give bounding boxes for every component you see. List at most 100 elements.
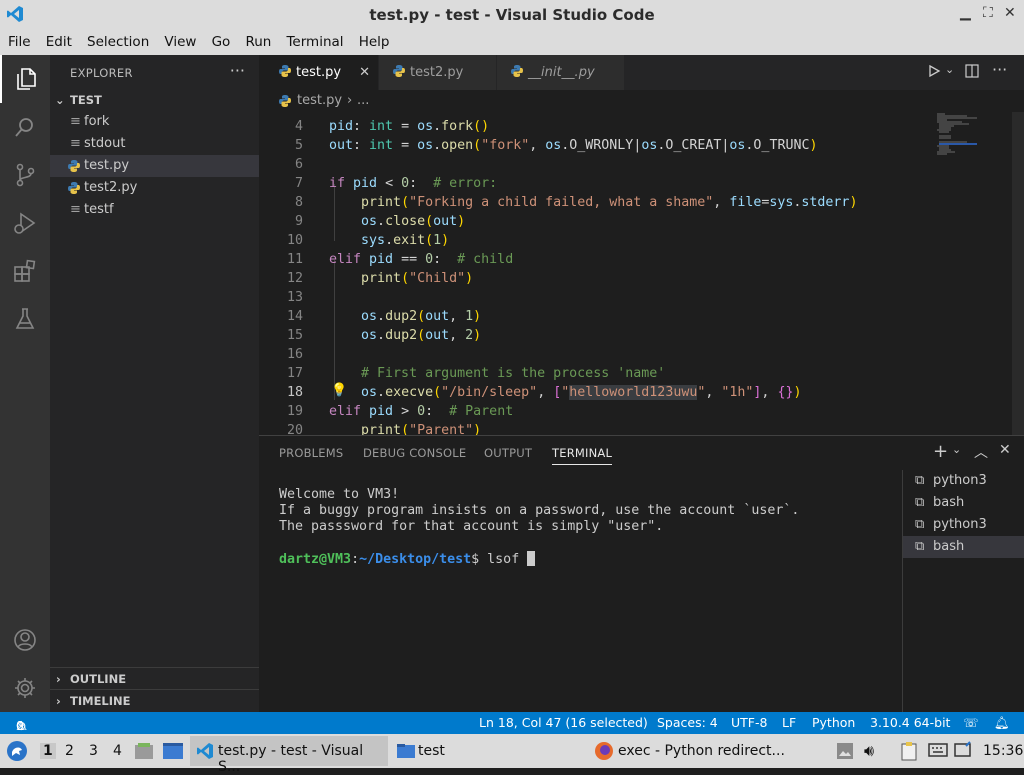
file-testf[interactable]: ≡ testf [50, 199, 259, 221]
python-icon [511, 65, 523, 77]
menu-run[interactable]: Run [245, 30, 271, 50]
workspace-3[interactable]: 3 [89, 743, 98, 759]
file-test2-py[interactable]: test2.py [50, 177, 259, 199]
line-number: 15 [286, 328, 303, 343]
indentation[interactable]: Spaces: 4 [657, 715, 718, 730]
close-window-icon[interactable]: ✕ [1004, 5, 1016, 21]
menu-edit[interactable]: Edit [46, 30, 72, 50]
file-stdout[interactable]: ≡ stdout [50, 133, 259, 155]
menu-bar: File Edit Selection View Go Run Terminal… [0, 30, 1024, 56]
python-interpreter[interactable]: 3.10.4 64-bit [870, 715, 950, 730]
close-tab-icon[interactable]: ✕ [359, 55, 370, 90]
workspace-1[interactable]: 1 [40, 743, 56, 759]
terminal-dropdown-icon[interactable]: ⌄ [952, 443, 961, 456]
task-folder[interactable]: test [390, 736, 580, 766]
run-play-icon[interactable] [927, 64, 941, 82]
terminal-line: Welcome to VM3! [279, 487, 400, 502]
code-editor[interactable]: 4 5 6 7 8 9 10 11 12 13 14 15 16 17 18 1… [259, 112, 1024, 435]
language-mode[interactable]: Python [812, 715, 855, 730]
account-icon[interactable] [0, 616, 50, 664]
terminal-cursor [527, 551, 536, 566]
explorer-icon[interactable] [0, 55, 50, 103]
new-terminal-plus-icon[interactable]: + [933, 441, 948, 462]
menu-help[interactable]: Help [359, 30, 390, 50]
breadcrumb-file[interactable]: test.py [297, 90, 342, 112]
title-bar: test.py - test - Visual Studio Code ▁ ⛶ … [0, 0, 1024, 30]
encoding[interactable]: UTF-8 [731, 715, 767, 730]
run-dropdown-chevron-icon[interactable]: ⌄ [945, 63, 954, 76]
file-fork[interactable]: ≡ fork [50, 111, 259, 133]
run-debug-icon[interactable] [0, 199, 50, 247]
line-number: 12 [286, 271, 303, 286]
file-test-py[interactable]: test.py [50, 155, 259, 177]
code-line: print("Parent") [361, 423, 482, 435]
clock[interactable]: 15:36 [983, 743, 1023, 759]
window-icon[interactable] [162, 742, 184, 764]
tab-init-py[interactable]: __init__.py [497, 55, 625, 90]
close-panel-icon[interactable]: ✕ [999, 442, 1011, 458]
extensions-icon[interactable] [0, 247, 50, 295]
show-desktop-icon[interactable] [134, 742, 154, 764]
manage-gear-icon[interactable] [0, 664, 50, 712]
more-actions-icon[interactable]: ··· [230, 61, 245, 80]
terminal-item[interactable]: ⧉ python3 [903, 514, 1024, 536]
firefox-icon [595, 742, 613, 760]
breadcrumb-rest[interactable]: ... [357, 90, 369, 112]
terminal-item-selected[interactable]: ⧉ bash [903, 536, 1024, 558]
maximize-icon[interactable]: ⛶ [983, 5, 993, 21]
code-line: elif pid > 0: # Parent [329, 404, 514, 419]
tab-test-py[interactable]: test.py ✕ [259, 55, 379, 90]
task-firefox[interactable]: exec - Python redirect... [588, 736, 798, 766]
testing-icon[interactable] [0, 295, 50, 343]
split-editor-icon[interactable] [965, 64, 979, 82]
maximize-panel-icon[interactable]: ︿ [974, 442, 988, 462]
terminal-item[interactable]: ⧉ python3 [903, 470, 1024, 492]
folder-row[interactable]: ⌄ TEST [50, 89, 259, 111]
tab-terminal[interactable]: TERMINAL [552, 446, 613, 465]
tab-problems[interactable]: PROBLEMS [279, 446, 343, 460]
minimap[interactable] [935, 112, 1010, 162]
start-menu-icon[interactable] [6, 740, 28, 766]
menu-terminal[interactable]: Terminal [286, 30, 343, 50]
menu-go[interactable]: Go [212, 30, 231, 50]
task-vscode[interactable]: test.py - test - Visual S... [190, 736, 388, 775]
code-line: os.dup2(out, 1) [361, 309, 482, 324]
search-icon[interactable] [0, 103, 50, 151]
chevron-right-icon: › [56, 694, 61, 708]
clipboard-icon[interactable] [900, 741, 918, 765]
end-of-line[interactable]: LF [782, 715, 796, 730]
notifications-bell-icon[interactable]: 🔔︎ [994, 715, 1010, 731]
workspace-2[interactable]: 2 [65, 743, 74, 759]
source-control-icon[interactable] [0, 151, 50, 199]
tab-label: test.py [296, 65, 342, 80]
tab-debug-console[interactable]: DEBUG CONSOLE [363, 446, 466, 460]
line-number: 14 [286, 309, 303, 324]
code-line: # First argument is the process 'name' [361, 366, 666, 381]
feedback-icon[interactable]: ☏ [963, 715, 979, 730]
timeline-section[interactable]: › TIMELINE [50, 689, 259, 712]
terminal-prompt[interactable]: dartz@VM3:~/Desktop/test$ lsof [279, 551, 536, 567]
keyboard-icon[interactable] [928, 742, 948, 762]
menu-view[interactable]: View [164, 30, 196, 50]
workspace-4[interactable]: 4 [113, 743, 122, 759]
menu-file[interactable]: File [8, 30, 31, 50]
terminal-item[interactable]: ⧉ bash [903, 492, 1024, 514]
network-icon[interactable] [954, 741, 972, 763]
editor-scrollbar[interactable] [1012, 112, 1024, 435]
terminal-command: lsof [487, 552, 528, 567]
editor-more-icon[interactable]: ··· [992, 60, 1007, 79]
image-viewer-icon[interactable] [836, 742, 854, 764]
minimize-icon[interactable]: ▁ [960, 5, 971, 21]
line-number: 4 [294, 119, 303, 134]
line-number: 16 [286, 347, 303, 362]
tab-label: __init__.py [528, 65, 595, 80]
outline-section[interactable]: › OUTLINE [50, 667, 259, 690]
tab-test2-py[interactable]: test2.py [379, 55, 497, 90]
volume-icon[interactable]: 🔊︎ [864, 741, 874, 761]
terminal-line: The passsword for that account is simply… [279, 519, 664, 534]
explorer-header: EXPLORER [70, 66, 133, 80]
menu-selection[interactable]: Selection [87, 30, 149, 50]
terminal-icon: ⧉ [915, 473, 925, 488]
tab-output[interactable]: OUTPUT [484, 446, 532, 460]
cursor-position[interactable]: Ln 18, Col 47 (16 selected) [479, 715, 648, 730]
